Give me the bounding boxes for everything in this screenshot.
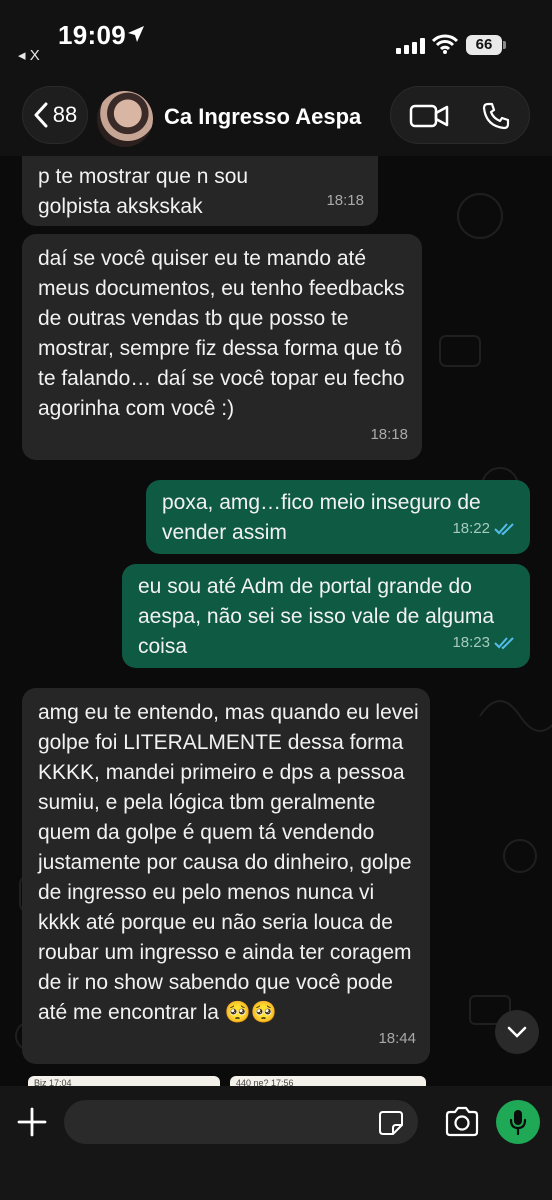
video-camera-icon[interactable] [409, 101, 449, 131]
message-composer [0, 1086, 552, 1200]
message-meta: 18:22 [452, 514, 516, 544]
battery-indicator: 66 [466, 35, 502, 55]
message-text: p te mostrar que n sou golpista akskskak [38, 165, 249, 218]
scroll-to-bottom-button[interactable] [495, 1010, 539, 1054]
message-text: daí se você quiser eu te mando até meus … [38, 247, 405, 420]
signal-icon [396, 38, 425, 54]
message-bubble-outgoing[interactable]: eu sou até Adm de portal grande do aespa… [122, 564, 530, 668]
contact-avatar[interactable] [97, 91, 153, 147]
chevron-left-icon [34, 102, 48, 128]
back-button[interactable]: 88 [22, 86, 88, 144]
message-bubble-outgoing[interactable]: poxa, amg…fico meio inseguro de vender a… [146, 480, 530, 554]
message-list[interactable]: p te mostrar que n sou golpista akskskak… [0, 156, 552, 1086]
status-bar: 19:09 ◂ X 66 [0, 0, 552, 80]
message-input[interactable] [64, 1100, 418, 1144]
message-time: 18:22 [452, 520, 490, 537]
return-to-app-link[interactable]: ◂ X [18, 46, 40, 64]
contact-name[interactable]: Ca Ingresso Aespa [164, 104, 361, 130]
status-time: 19:09 [58, 20, 126, 50]
wifi-icon [432, 34, 458, 54]
sticker-icon[interactable] [378, 1110, 404, 1136]
message-meta: 18:23 [452, 628, 516, 658]
message-bubble-incoming[interactable]: amg eu te entendo, mas quando eu levei g… [22, 688, 430, 1064]
phone-icon[interactable] [481, 101, 511, 131]
message-text: amg eu te entendo, mas quando eu levei g… [38, 701, 419, 1024]
message-time: 18:44 [378, 1030, 416, 1047]
microphone-icon [509, 1110, 527, 1135]
call-actions [390, 86, 530, 144]
unread-count: 88 [52, 102, 78, 127]
message-time: 18:18 [326, 192, 364, 209]
message-time: 18:23 [452, 634, 490, 651]
message-bubble-incoming[interactable]: p te mostrar que n sou golpista akskskak… [22, 156, 378, 226]
camera-icon[interactable] [444, 1106, 480, 1138]
plus-icon[interactable] [16, 1106, 48, 1138]
location-arrow-icon [128, 26, 144, 42]
battery-tip [503, 41, 506, 49]
chevron-down-icon [507, 1026, 527, 1038]
voice-message-button[interactable] [496, 1100, 540, 1144]
chat-header: 88 Ca Ingresso Aespa [0, 80, 552, 156]
double-check-icon [494, 523, 514, 536]
double-check-icon [494, 637, 514, 650]
message-time: 18:18 [370, 426, 408, 443]
message-bubble-incoming[interactable]: daí se você quiser eu te mando até meus … [22, 234, 422, 460]
